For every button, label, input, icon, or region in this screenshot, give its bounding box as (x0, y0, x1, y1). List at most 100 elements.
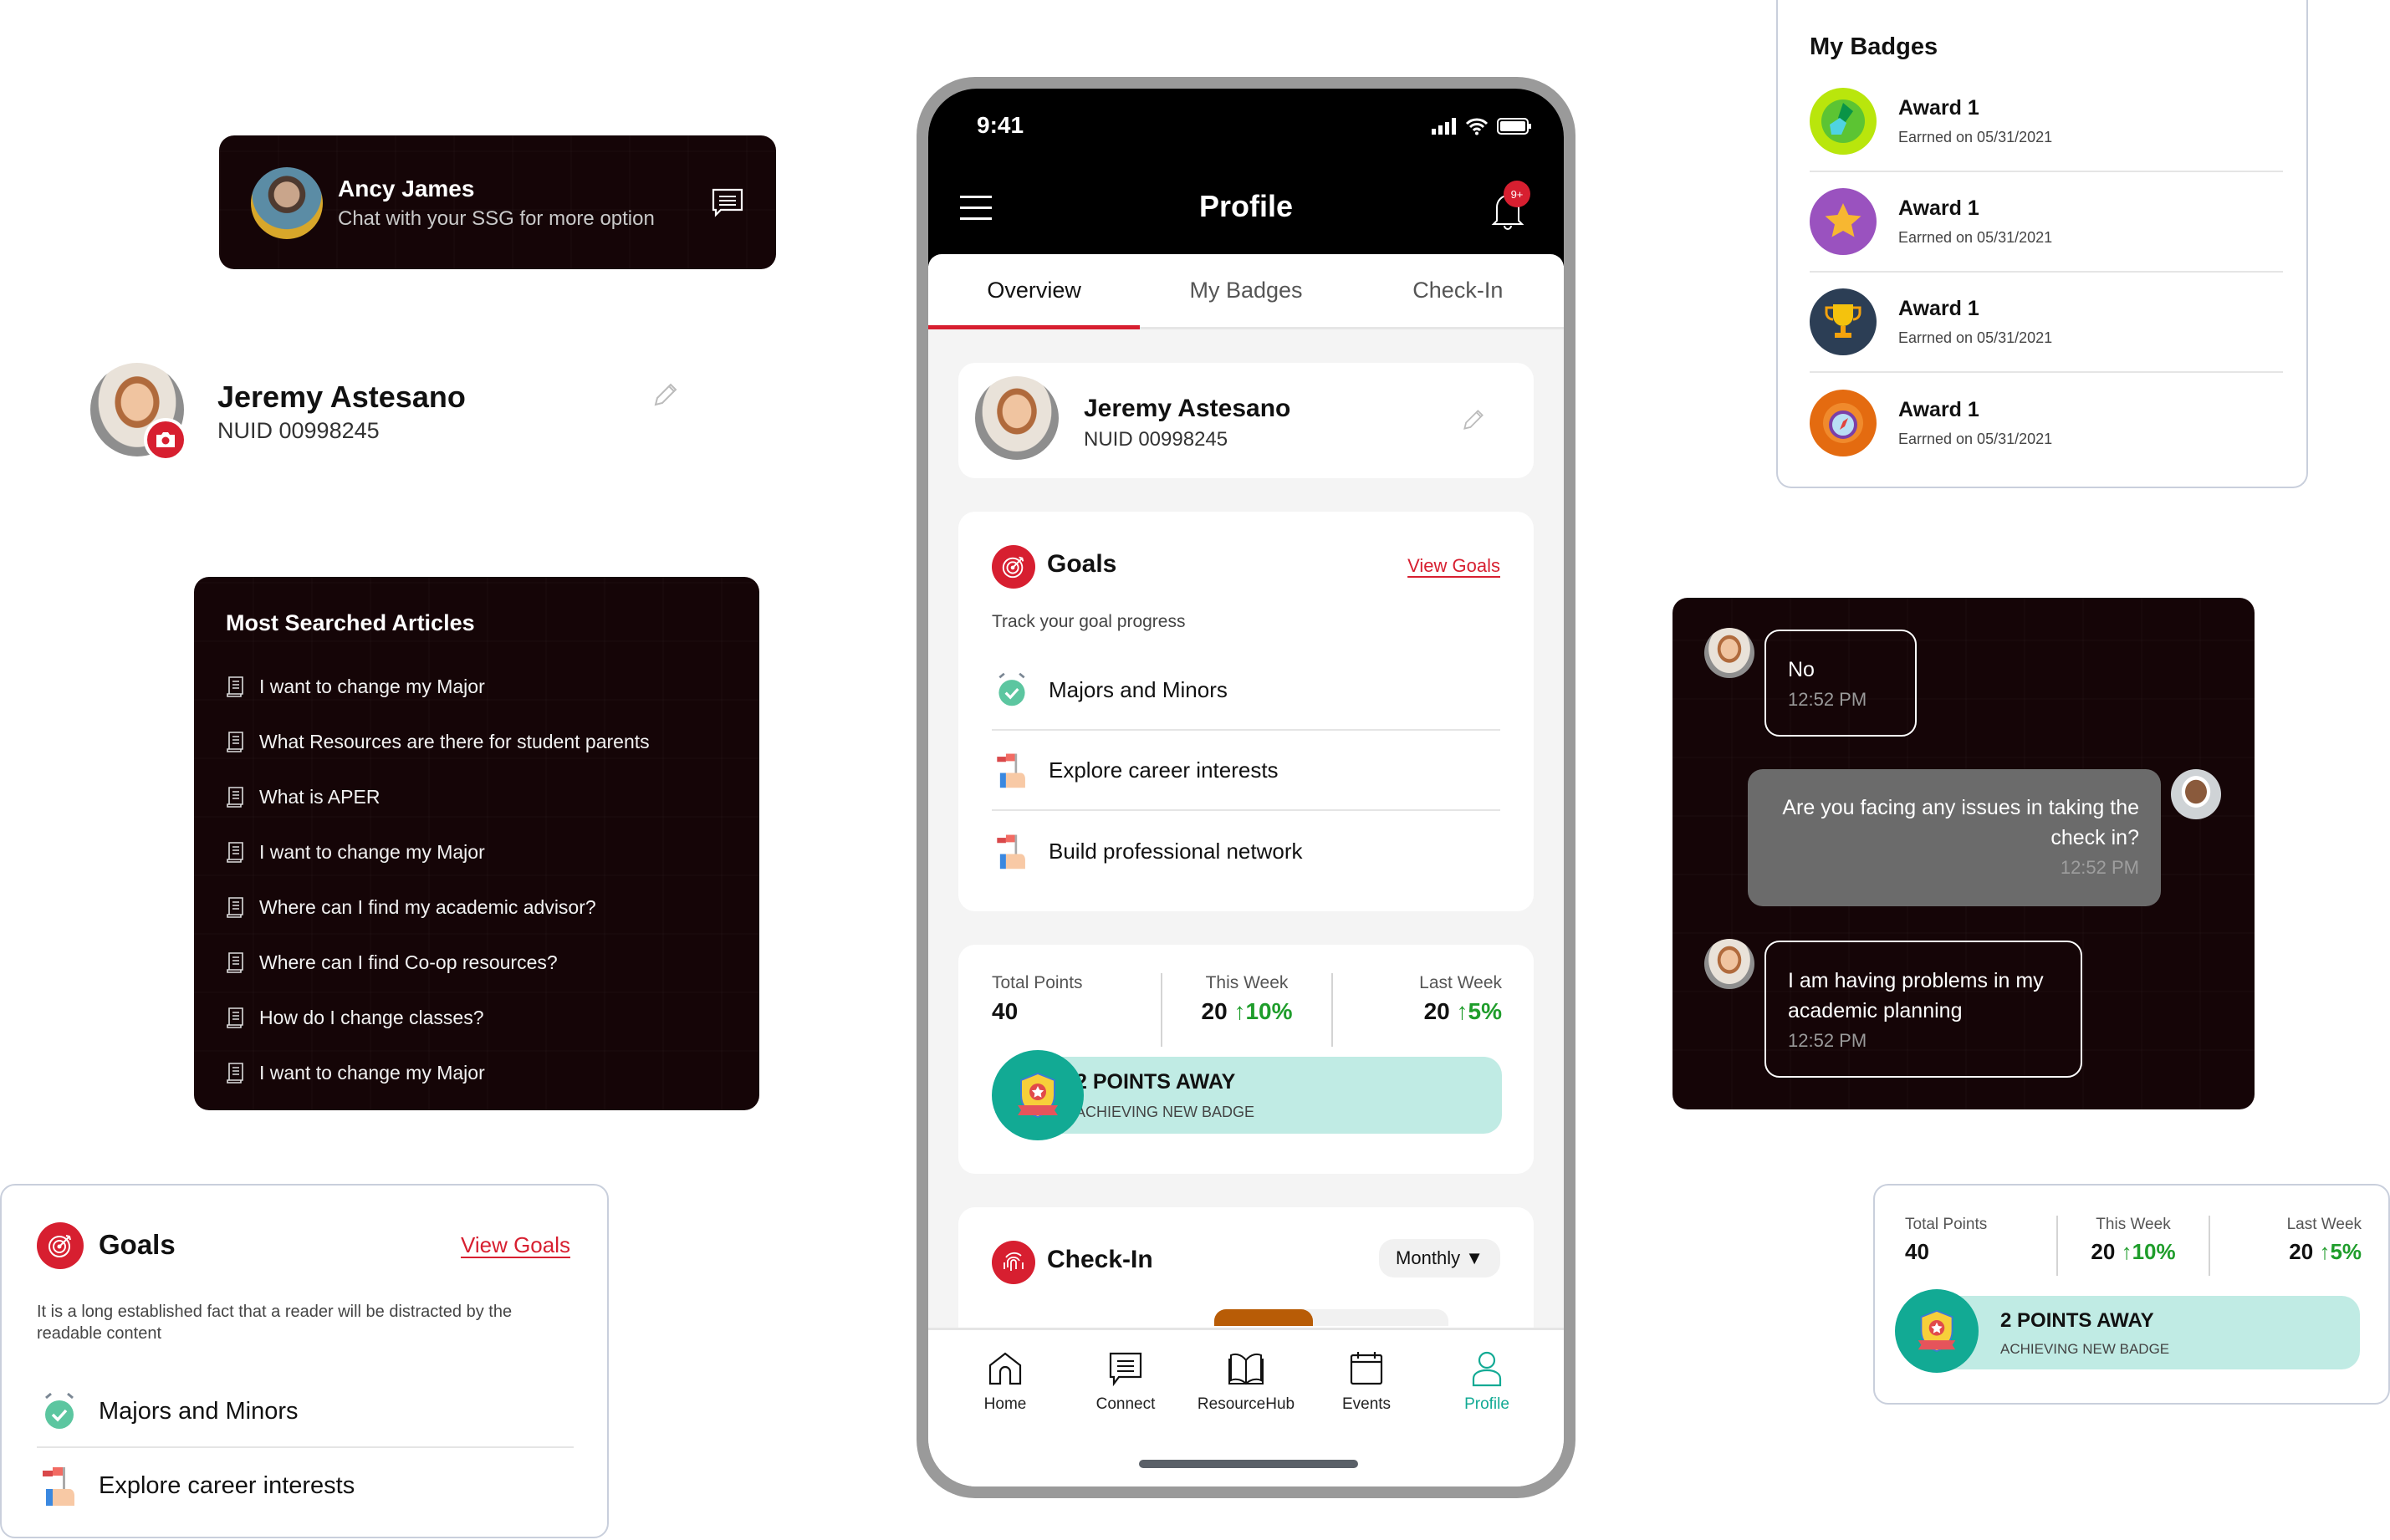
chat-icon[interactable] (711, 187, 744, 217)
battery-icon (1497, 118, 1531, 135)
alarm-check-icon (998, 672, 1025, 706)
article-item[interactable]: Where can I find Co-op resources? (226, 935, 650, 990)
profile-name: Jeremy Astesano (217, 380, 466, 414)
tab-check-in[interactable]: Check-In (1352, 254, 1564, 327)
signal-icon (1432, 118, 1456, 135)
calendar-icon (1350, 1352, 1383, 1385)
ssg-contact-card[interactable]: Ancy James Chat with your SSG for more o… (219, 135, 776, 269)
nav-profile[interactable]: Profile (1427, 1330, 1547, 1486)
goals-card-compact: Goals View Goals It is a long establishe… (0, 1184, 609, 1538)
points-card: Total Points 40 This Week 20 ↑10% Last W… (958, 945, 1534, 1174)
edit-pencil-icon[interactable] (651, 380, 681, 410)
phone-screen: 9:41 Profile 9+ Overview My Badges Check… (928, 89, 1564, 1486)
articles-title: Most Searched Articles (226, 610, 475, 635)
flag-hand-icon (997, 834, 1025, 869)
app-header: 9:41 Profile 9+ (928, 89, 1564, 266)
phone-frame: 9:41 Profile 9+ Overview My Badges Check… (917, 77, 1575, 1498)
check-in-progress-fill (1214, 1309, 1313, 1326)
last-week-points: Last Week 20 ↑5% (2286, 1216, 2362, 1264)
badge-item[interactable]: Award 1 Earrned on 05/31/2021 (1810, 273, 2283, 373)
nav-home[interactable]: Home (945, 1330, 1065, 1486)
this-week-points: This Week 20 ↑10% (1201, 973, 1293, 1024)
chat-icon (1109, 1352, 1142, 1387)
flag-hand-icon (997, 753, 1025, 788)
profile-name: Jeremy Astesano (1084, 395, 1291, 422)
tab-my-badges[interactable]: My Badges (1140, 254, 1351, 327)
my-badges-card: My Badges Award 1 Earrned on 05/31/2021 A… (1776, 0, 2308, 488)
scroll-document-icon (227, 787, 243, 808)
message-outgoing: Are you facing any issues in taking the … (1748, 769, 2161, 906)
tab-overview[interactable]: Overview (928, 254, 1141, 329)
camera-icon (156, 432, 175, 447)
profile-avatar (975, 376, 1059, 460)
period-dropdown[interactable]: Monthly ▼ (1379, 1239, 1500, 1277)
open-book-icon (1228, 1353, 1264, 1385)
advisor-avatar (2171, 769, 2221, 819)
wifi-icon (1465, 118, 1489, 135)
goals-title: Goals (1047, 550, 1117, 578)
article-item[interactable]: I want to change my Major (226, 824, 650, 880)
ssg-subtitle: Chat with your SSG for more option (338, 207, 655, 230)
camera-button[interactable] (144, 418, 187, 461)
student-avatar (1704, 939, 1754, 989)
profile-nuid: NUID 00998245 (217, 418, 380, 443)
alarm-check-icon (45, 1392, 74, 1429)
total-points: Total Points 40 (992, 973, 1083, 1024)
article-item[interactable]: Where can I find my academic advisor? (226, 880, 650, 935)
goal-item[interactable]: Majors and Minors (992, 650, 1500, 731)
badge-item[interactable]: Award 1 Earrned on 05/31/2021 (1810, 172, 2283, 273)
badges-title: My Badges (1810, 33, 1938, 60)
badge-item[interactable]: Award 1 Earrned on 05/31/2021 (1810, 72, 2283, 172)
edit-pencil-icon[interactable] (1460, 406, 1487, 433)
page-title: Profile (1198, 189, 1294, 223)
home-icon (988, 1352, 1022, 1385)
profile-card: Jeremy Astesano NUID 00998245 (958, 363, 1534, 478)
message-incoming: No 12:52 PM (1764, 630, 1917, 737)
most-searched-articles-card: Most Searched Articles I want to change … (194, 577, 759, 1110)
view-goals-link[interactable]: View Goals (1407, 555, 1500, 577)
scroll-document-icon (227, 1063, 243, 1084)
star-badge-icon (1810, 188, 1877, 255)
check-in-progress-bar (1214, 1309, 1448, 1326)
profile-header: Jeremy Astesano NUID 00998245 (90, 363, 692, 472)
badge-item[interactable]: Award 1 Earrned on 05/31/2021 (1810, 373, 2283, 473)
up-arrow-icon: ↑ (1456, 998, 1468, 1024)
goals-description: Track your goal progress (992, 612, 1186, 631)
target-icon (992, 545, 1035, 589)
article-item[interactable]: I want to change my Major (226, 1045, 650, 1100)
view-goals-link[interactable]: View Goals (461, 1232, 570, 1258)
check-in-title: Check-In (1047, 1246, 1153, 1273)
article-item[interactable]: How do I change classes? (226, 990, 650, 1045)
scroll-document-icon (227, 676, 243, 697)
fingerprint-icon (992, 1241, 1035, 1284)
goal-item[interactable]: Explore career interests (37, 1450, 574, 1522)
caret-down-icon: ▼ (1465, 1247, 1484, 1268)
goal-item[interactable]: Build professional network (992, 811, 1500, 891)
target-icon (37, 1222, 84, 1269)
points-stats: Total Points 40 This Week 20 ↑10% Last W… (1905, 1216, 2362, 1276)
goal-item[interactable]: Explore career interests (992, 731, 1500, 811)
shield-star-badge-icon (992, 1050, 1084, 1140)
points-card-compact: Total Points 40 This Week 20 ↑10% Last W… (1873, 1184, 2390, 1405)
total-points: Total Points 40 (1905, 1216, 1988, 1264)
article-item[interactable]: I want to change my Major (226, 659, 650, 714)
points-away-banner: 2 POINTS AWAY ACHIEVING NEW BADGE (1917, 1296, 2360, 1369)
scroll-document-icon (227, 897, 243, 918)
up-arrow-icon: ↑ (2319, 1239, 2331, 1264)
goals-description: It is a long established fact that a rea… (37, 1303, 513, 1343)
status-icons (1432, 117, 1532, 135)
compass-badge-icon (1810, 390, 1877, 456)
scroll-document-icon (227, 842, 243, 863)
last-week-points: Last Week 20 ↑5% (1419, 973, 1502, 1024)
flag-hand-icon (43, 1467, 74, 1506)
profile-tabs: Overview My Badges Check-In (928, 254, 1564, 329)
home-indicator (1139, 1460, 1358, 1468)
points-stats: Total Points 40 This Week 20 ↑10% Last W… (992, 973, 1502, 1047)
article-item[interactable]: What is APER (226, 769, 650, 824)
user-icon (1472, 1351, 1502, 1387)
notification-badge: 9+ (1504, 181, 1530, 207)
article-item[interactable]: What Resources are there for student par… (226, 714, 650, 769)
goal-item[interactable]: Majors and Minors (37, 1376, 574, 1448)
message-incoming: I am having problems in my academic plan… (1764, 941, 2082, 1078)
profile-nuid: NUID 00998245 (1084, 428, 1228, 451)
